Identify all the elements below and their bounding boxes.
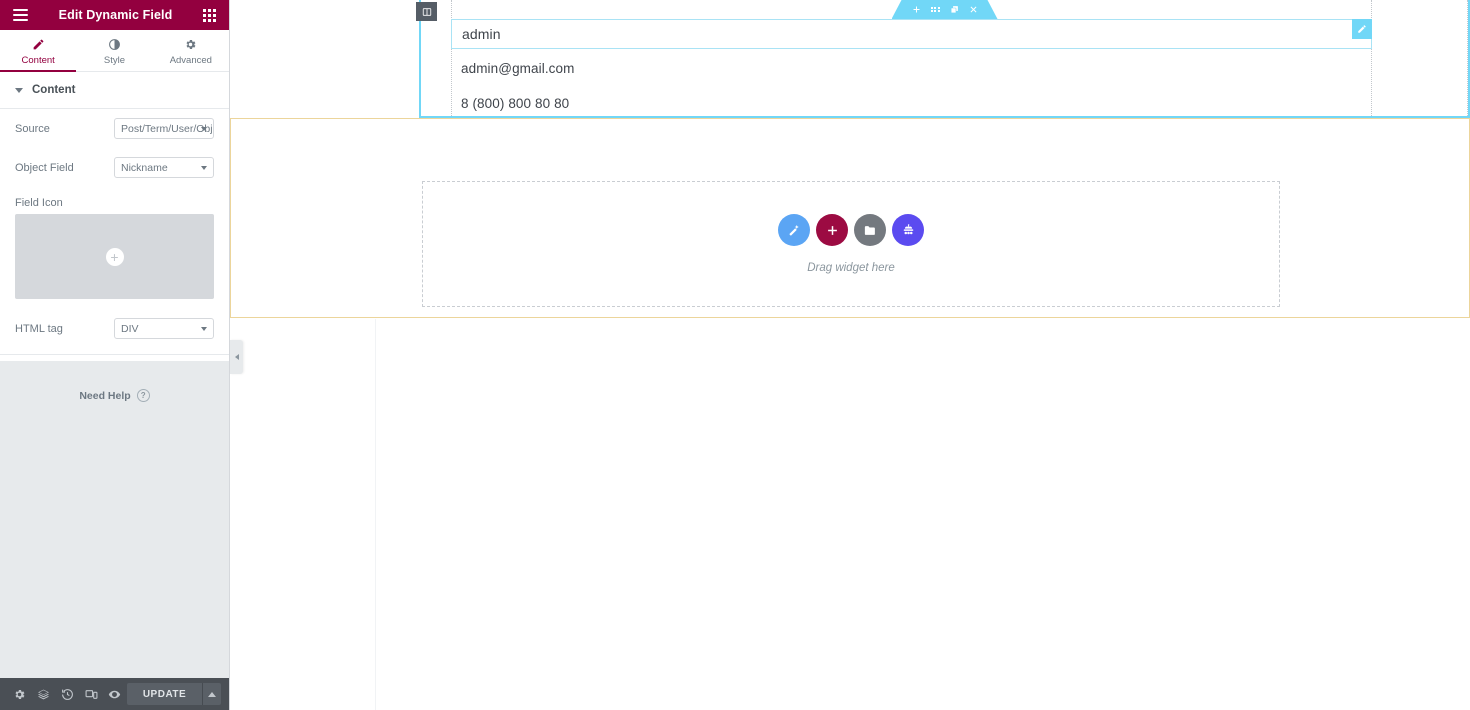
section-handle[interactable] — [416, 2, 437, 21]
settings-gear-icon[interactable] — [8, 678, 32, 710]
hamburger-icon[interactable] — [13, 9, 28, 21]
history-revert-icon[interactable] — [56, 678, 80, 710]
kit-library-button[interactable] — [892, 214, 924, 246]
gear-icon — [186, 39, 196, 49]
object-field-label: Object Field — [15, 161, 74, 174]
drag-widget-hint: Drag widget here — [807, 262, 895, 274]
column-right — [1372, 0, 1468, 116]
contrast-circle-icon — [109, 38, 120, 50]
selected-dynamic-field-widget[interactable]: admin — [451, 19, 1372, 49]
add-widget-buttons — [778, 214, 924, 246]
pencil-edit-icon[interactable] — [1352, 19, 1372, 39]
bottom-section[interactable]: Drag widget here — [230, 118, 1470, 318]
content-section-header[interactable]: Content — [0, 72, 229, 109]
update-button[interactable]: UPDATE — [126, 683, 203, 705]
canvas-seam-line — [375, 319, 376, 710]
control-source: Source Post/Term/User/Obj — [0, 109, 229, 148]
divider — [0, 354, 229, 355]
plus-circle-icon: + — [105, 247, 124, 266]
html-tag-value: DIV — [121, 322, 139, 335]
tab-advanced[interactable]: Advanced — [153, 30, 229, 71]
control-html-tag: HTML tag DIV — [0, 309, 229, 348]
folder-icon — [864, 225, 875, 235]
panel-tabs: Content Style Advanced — [0, 30, 229, 72]
tab-advanced-label: Advanced — [169, 54, 212, 66]
chevron-down-icon — [201, 326, 207, 331]
apps-grid-icon[interactable] — [203, 8, 216, 22]
widget-text-phone: 8 (800) 800 80 80 — [461, 96, 570, 111]
widget-drop-zone[interactable]: Drag widget here — [422, 181, 1280, 307]
ai-magic-wand-button[interactable] — [778, 214, 810, 246]
chevron-down-icon — [201, 126, 207, 131]
field-icon-picker[interactable]: + — [15, 214, 214, 299]
navigator-layers-icon[interactable] — [32, 678, 56, 710]
column-layout-icon — [422, 7, 431, 16]
add-section-icon[interactable] — [912, 5, 921, 14]
need-help-label: Need Help — [79, 389, 131, 402]
object-field-value: Nickname — [121, 161, 168, 174]
content-section-title: Content — [32, 84, 76, 96]
magic-wand-icon — [788, 224, 799, 236]
tab-content-label: Content — [21, 54, 55, 66]
caret-down-icon — [15, 87, 23, 93]
duplicate-icon[interactable] — [950, 5, 959, 14]
tab-style-label: Style — [103, 54, 126, 66]
template-folder-button[interactable] — [854, 214, 886, 246]
canvas-empty-area — [230, 319, 1470, 710]
editor-canvas: admin admin@gmail.com 8 (800) 800 80 80 — [230, 0, 1470, 710]
plus-icon — [827, 225, 837, 235]
robot-crown-icon — [903, 223, 913, 234]
html-tag-label: HTML tag — [15, 322, 63, 335]
tab-style[interactable]: Style — [76, 30, 152, 71]
panel-collapse-handle[interactable] — [230, 340, 243, 374]
control-object-field: Object Field Nickname — [0, 148, 229, 187]
panel-title: Edit Dynamic Field — [58, 8, 173, 22]
widget-text-email: admin@gmail.com — [461, 61, 575, 76]
widget-text-admin: admin — [462, 26, 501, 42]
panel-footer: Need Help ? — [0, 361, 229, 678]
need-help-link[interactable]: Need Help ? — [0, 389, 229, 402]
top-section[interactable]: admin admin@gmail.com 8 (800) 800 80 80 — [416, 0, 1470, 118]
panel-header: Edit Dynamic Field — [0, 0, 229, 30]
source-value: Post/Term/User/Obj — [121, 122, 213, 135]
caret-up-icon — [208, 691, 217, 697]
update-options-button[interactable] — [202, 683, 222, 705]
source-label: Source — [15, 122, 50, 135]
source-select[interactable]: Post/Term/User/Obj — [114, 118, 214, 139]
field-icon-label: Field Icon — [15, 197, 63, 209]
preview-eye-icon[interactable] — [103, 678, 127, 710]
add-widget-button[interactable] — [816, 214, 848, 246]
section-toolbar — [892, 0, 998, 19]
tab-content[interactable]: Content — [0, 30, 77, 72]
pencil-icon — [33, 39, 44, 49]
elementor-editor: Edit Dynamic Field Content Style Advance… — [0, 0, 1470, 710]
question-circle-icon: ? — [136, 389, 150, 402]
html-tag-select[interactable]: DIV — [114, 318, 214, 339]
drag-handle-dots-icon[interactable] — [931, 7, 940, 13]
chevron-left-icon — [234, 354, 239, 360]
object-field-select[interactable]: Nickname — [114, 157, 214, 178]
close-x-icon[interactable] — [969, 5, 978, 14]
chevron-down-icon — [201, 165, 207, 170]
panel-bottom-bar: UPDATE — [0, 678, 229, 710]
panel-body: Content Source Post/Term/User/Obj Object… — [0, 72, 229, 361]
editor-panel: Edit Dynamic Field Content Style Advance… — [0, 0, 230, 710]
responsive-mode-icon[interactable] — [79, 678, 103, 710]
